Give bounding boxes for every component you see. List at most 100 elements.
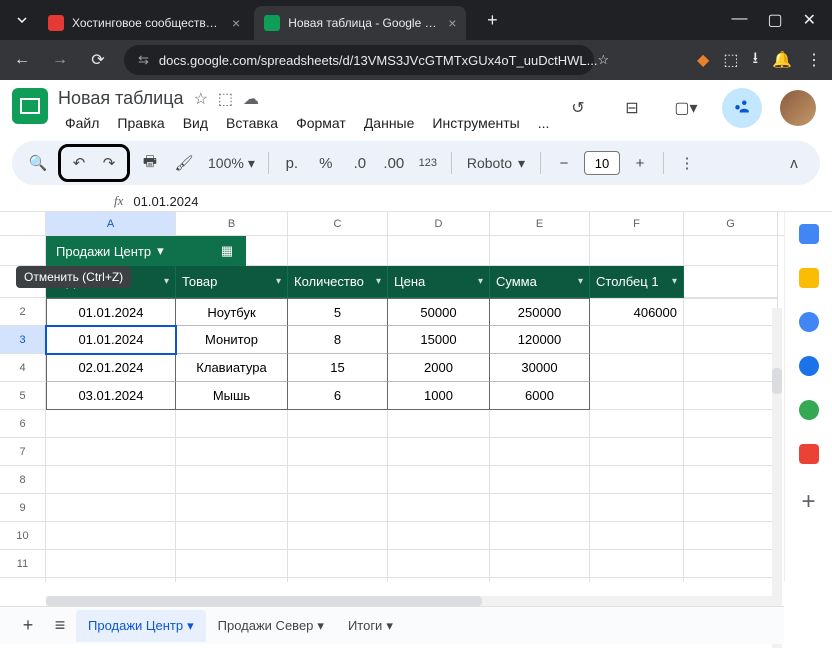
browser-tab-0[interactable]: Хостинговое сообщество «Tin × [38, 6, 250, 40]
font-select[interactable]: Roboto▾ [461, 155, 531, 172]
move-icon[interactable]: ⬚ [218, 89, 233, 109]
cell[interactable]: 8 [288, 326, 388, 354]
table-name-chip[interactable]: Продажи Центр ▾ [46, 236, 208, 266]
minimize-button[interactable]: — [731, 10, 747, 30]
calendar-icon[interactable] [799, 224, 819, 244]
contacts-icon[interactable] [799, 356, 819, 376]
col-header-G[interactable]: G [684, 212, 778, 235]
bookmark-icon[interactable]: ☆ [597, 52, 609, 68]
row-header-7[interactable]: 7 [0, 438, 46, 466]
extensions-button[interactable]: ⬚ [723, 50, 738, 70]
add-panel-button[interactable]: + [801, 488, 815, 516]
sheet-tab-0[interactable]: Продажи Центр▾ [76, 610, 206, 642]
horizontal-scrollbar[interactable] [46, 596, 772, 606]
cell[interactable]: 120000 [490, 326, 590, 354]
close-icon[interactable]: × [232, 15, 240, 31]
print-icon[interactable]: 🖶 [136, 149, 164, 177]
menu-edit[interactable]: Правка [110, 111, 171, 135]
redo-button[interactable]: ↷ [95, 149, 123, 177]
menu-insert[interactable]: Вставка [219, 111, 285, 135]
maps-icon[interactable] [799, 400, 819, 420]
extension-icon[interactable]: ◆ [697, 50, 709, 70]
cell[interactable]: 6000 [490, 382, 590, 410]
cell[interactable]: 6 [288, 382, 388, 410]
increase-decimal-button[interactable]: .00 [380, 149, 408, 177]
col-header-B[interactable]: B [176, 212, 288, 235]
collapse-toolbar-button[interactable]: ʌ [780, 149, 808, 177]
table-header[interactable]: Количество▾ [288, 266, 388, 298]
cell[interactable]: 15000 [388, 326, 490, 354]
cell[interactable]: Ноутбук [176, 298, 288, 326]
cell[interactable]: 02.01.2024 [46, 354, 176, 382]
zoom-select[interactable]: 100%▾ [204, 155, 259, 172]
cell[interactable]: Монитор [176, 326, 288, 354]
more-formats-button[interactable]: 123 [414, 149, 442, 177]
cell[interactable]: 250000 [490, 298, 590, 326]
table-header[interactable]: Цена▾ [388, 266, 490, 298]
row-header-2[interactable]: 2 [0, 298, 46, 326]
cell[interactable]: 50000 [388, 298, 490, 326]
row-header-6[interactable]: 6 [0, 410, 46, 438]
tab-search-button[interactable] [8, 6, 36, 34]
row-header-5[interactable]: 5 [0, 382, 46, 410]
cell[interactable]: 03.01.2024 [46, 382, 176, 410]
menu-button[interactable]: ⋮ [806, 50, 822, 70]
row-header-12[interactable]: 12 [0, 578, 46, 582]
row-header-blank[interactable] [0, 236, 46, 266]
all-sheets-button[interactable]: ≡ [44, 615, 76, 636]
star-icon[interactable]: ☆ [194, 89, 208, 109]
percent-button[interactable]: % [312, 149, 340, 177]
comments-icon[interactable]: ⊟ [614, 90, 650, 126]
cell[interactable]: 15 [288, 354, 388, 382]
close-icon[interactable]: × [448, 15, 456, 31]
cell-selected[interactable]: 01.01.2024 [46, 326, 176, 354]
select-all-corner[interactable] [0, 212, 46, 235]
address-bar[interactable]: ⇆ docs.google.com/spreadsheets/d/13VMS3J… [124, 45, 594, 75]
row-header-8[interactable]: 8 [0, 466, 46, 494]
keep-icon[interactable] [799, 268, 819, 288]
table-header[interactable]: Столбец 1▾ [590, 266, 684, 298]
more-toolbar-button[interactable]: ⋮ [673, 149, 701, 177]
col-header-A[interactable]: A [46, 212, 176, 235]
cell[interactable]: 406000 [590, 298, 684, 326]
back-button[interactable]: ← [10, 51, 34, 69]
decrease-decimal-button[interactable]: .0 [346, 149, 374, 177]
vertical-scrollbar[interactable] [772, 308, 782, 648]
cell[interactable]: 01.01.2024 [46, 298, 176, 326]
browser-tab-1[interactable]: Новая таблица - Google Табли × [254, 6, 466, 40]
row-header-4[interactable]: 4 [0, 354, 46, 382]
cell[interactable]: Клавиатура [176, 354, 288, 382]
col-header-E[interactable]: E [490, 212, 590, 235]
undo-button[interactable]: ↶ [65, 149, 93, 177]
reload-button[interactable]: ⟳ [86, 50, 110, 70]
table-header[interactable]: Товар▾ [176, 266, 288, 298]
cell[interactable]: 1000 [388, 382, 490, 410]
search-icon[interactable]: 🔍 [24, 149, 52, 177]
row-header-3[interactable]: 3 [0, 326, 46, 354]
tasks-icon[interactable] [799, 312, 819, 332]
table-options-button[interactable]: ▦ [208, 236, 246, 266]
menu-tools[interactable]: Инструменты [425, 111, 526, 135]
history-icon[interactable]: ↺ [560, 90, 596, 126]
cell[interactable]: 2000 [388, 354, 490, 382]
sheets-logo[interactable] [12, 88, 48, 124]
row-header-9[interactable]: 9 [0, 494, 46, 522]
add-sheet-button[interactable]: + [12, 615, 44, 636]
currency-button[interactable]: р. [278, 149, 306, 177]
col-header-F[interactable]: F [590, 212, 684, 235]
chevron-down-icon[interactable]: ▾ [157, 243, 164, 259]
forward-button[interactable]: → [48, 51, 72, 69]
row-header-11[interactable]: 11 [0, 550, 46, 578]
row-header-10[interactable]: 10 [0, 522, 46, 550]
menu-more[interactable]: ... [531, 111, 557, 135]
decrease-font-button[interactable]: − [550, 149, 578, 177]
sheet-tab-2[interactable]: Итоги▾ [336, 610, 405, 642]
menu-format[interactable]: Формат [289, 111, 353, 135]
cells[interactable]: Продажи Центр ▾ ▦ ✎ Дата▾ Товар▾ Количес… [46, 236, 778, 582]
paint-format-icon[interactable]: 🖌 [170, 149, 198, 177]
share-button[interactable] [722, 88, 762, 128]
cell[interactable]: 30000 [490, 354, 590, 382]
sheet-tab-1[interactable]: Продажи Север▾ [206, 610, 336, 642]
cell[interactable]: Мышь [176, 382, 288, 410]
menu-view[interactable]: Вид [176, 111, 215, 135]
